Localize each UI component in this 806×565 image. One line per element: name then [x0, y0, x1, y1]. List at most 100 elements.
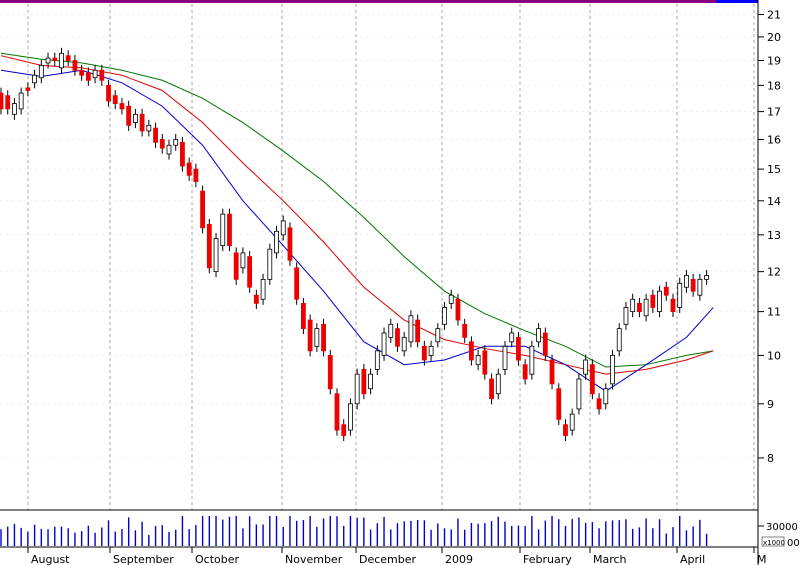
- candle-body: [596, 398, 602, 410]
- candle-body: [482, 350, 488, 375]
- candle-body: [704, 275, 709, 280]
- candle-body: [341, 424, 347, 436]
- candle-body: [381, 332, 387, 356]
- top-range-bar: [0, 0, 716, 3]
- candle-body: [307, 319, 313, 352]
- candle-body: [677, 282, 683, 308]
- candle-body: [589, 364, 595, 395]
- x-tick-label: December: [359, 553, 417, 565]
- candle-body: [663, 286, 669, 296]
- candle-body: [697, 278, 703, 296]
- candle-body: [166, 144, 172, 155]
- x-tick-label: 2009: [445, 553, 473, 565]
- candle-body: [643, 298, 649, 317]
- candle-body: [509, 332, 515, 343]
- candle-body: [583, 359, 589, 375]
- candle-body: [522, 364, 528, 380]
- candle-body: [569, 413, 575, 431]
- candle-body: [247, 256, 253, 288]
- y-tick-label: 20: [767, 31, 781, 44]
- x-tick-label: February: [523, 553, 572, 565]
- candle-body: [657, 290, 662, 313]
- candle-body: [240, 252, 246, 269]
- candle-body: [294, 267, 300, 300]
- candle-body: [455, 298, 461, 321]
- candle-body: [119, 103, 125, 110]
- candle-body: [442, 307, 447, 325]
- candle-body: [502, 345, 508, 370]
- candle-body: [563, 424, 568, 436]
- candle-body: [576, 378, 582, 410]
- candle-body: [361, 368, 367, 395]
- candle-body: [348, 403, 353, 431]
- x-tick-label: October: [195, 553, 239, 565]
- candle-body: [516, 336, 521, 361]
- y-tick-label: 16: [767, 133, 781, 146]
- candle-body: [670, 298, 676, 313]
- candle-body: [468, 341, 474, 361]
- y-tick-label: 18: [767, 79, 781, 92]
- candle-body: [260, 278, 266, 300]
- candle-body: [153, 127, 158, 143]
- candle-body: [99, 69, 105, 81]
- candlestick-chart: 8 9 10 11 12 13 14 15 16 17 18 19 20 21 August Septemb…: [0, 0, 806, 565]
- candle-body: [421, 345, 427, 361]
- candle-body: [327, 355, 333, 390]
- y-tick-label: 8: [767, 452, 774, 465]
- x-tick-label: March: [593, 553, 627, 565]
- volume-zero-label: 00: [787, 538, 800, 549]
- candle-body: [684, 275, 689, 288]
- candle-body: [139, 113, 145, 132]
- candle-body: [92, 69, 98, 79]
- candle-body: [428, 345, 434, 356]
- candle-body: [38, 64, 44, 79]
- candle-body: [630, 298, 636, 313]
- candle-body: [637, 302, 642, 313]
- candle-body: [126, 105, 132, 126]
- y-tick-label: 17: [767, 106, 781, 119]
- candle-body: [650, 294, 656, 308]
- candle-body: [374, 350, 380, 370]
- candle-body: [227, 213, 232, 246]
- candle-body: [529, 345, 535, 375]
- candle-body: [616, 328, 622, 352]
- candle-body: [489, 378, 494, 400]
- candle-body: [32, 74, 37, 84]
- candle-body: [233, 252, 239, 280]
- candle-body: [213, 238, 219, 273]
- candle-body: [5, 95, 11, 110]
- candle-body: [287, 227, 293, 261]
- candle-body: [690, 278, 696, 292]
- y-tick-label: 19: [767, 55, 781, 68]
- candle-body: [253, 294, 259, 304]
- candle-body: [321, 323, 326, 352]
- candle-body: [45, 57, 51, 64]
- candle-body: [354, 373, 360, 405]
- candle-body: [280, 220, 286, 236]
- x-tick-label: September: [113, 553, 174, 565]
- candle-body: [435, 328, 441, 343]
- candle-body: [186, 162, 192, 176]
- candle-body: [112, 95, 118, 104]
- x-tick-label: November: [285, 553, 343, 565]
- candle-body: [25, 87, 31, 91]
- candle-body: [52, 57, 58, 61]
- candle-body: [106, 84, 111, 102]
- x-tick-label: M: [757, 553, 767, 565]
- candle-body: [475, 355, 481, 366]
- y-tick-label: 21: [767, 9, 781, 22]
- candle-body: [18, 92, 24, 110]
- x-tick-label: August: [31, 553, 70, 565]
- candle-body: [59, 52, 64, 69]
- candle-body: [85, 72, 91, 81]
- y-tick-label: 15: [767, 163, 781, 176]
- candle-body: [610, 355, 615, 385]
- top-range-bar-end: [716, 0, 758, 3]
- candle-body: [200, 190, 206, 229]
- candle-body: [408, 315, 414, 343]
- candle-body: [300, 302, 306, 330]
- candle-body: [146, 124, 152, 132]
- y-tick-label: 9: [767, 398, 774, 411]
- candle-body: [65, 55, 71, 61]
- candle-body: [72, 60, 78, 71]
